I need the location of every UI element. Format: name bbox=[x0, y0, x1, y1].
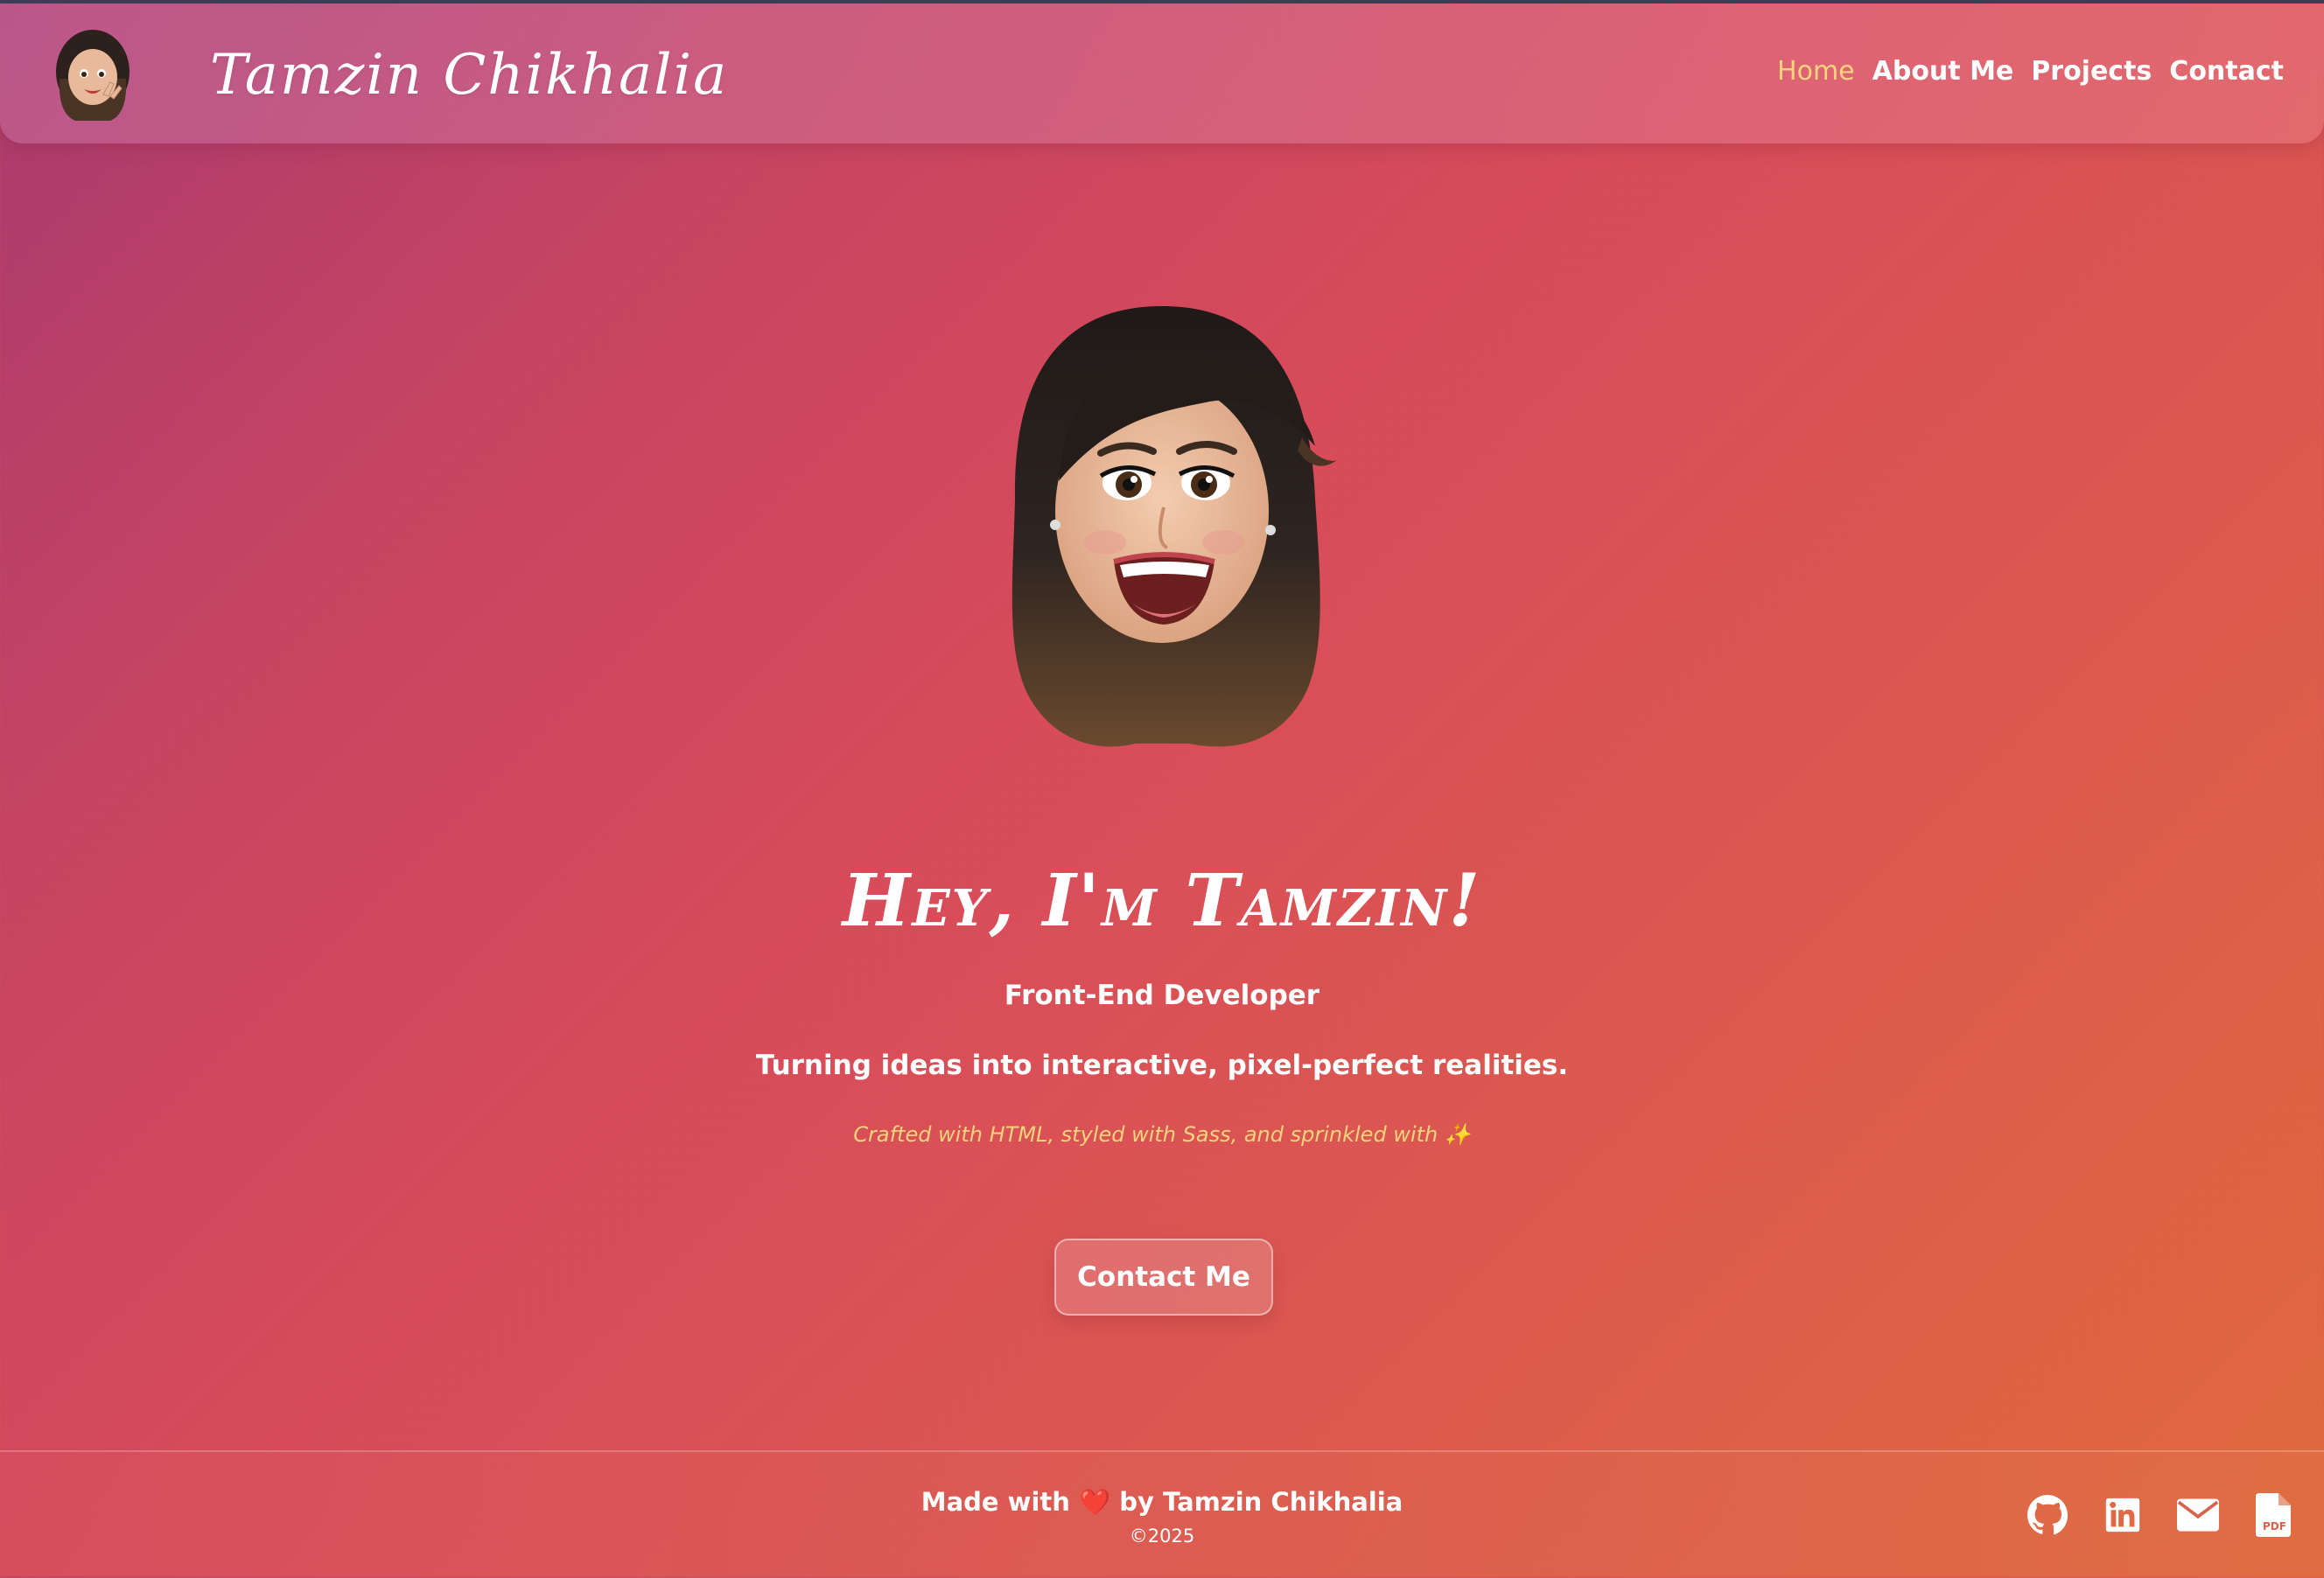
footer: Made with ❤️ by Tamzin Chikhalia ©2025 P… bbox=[0, 1450, 2324, 1578]
nav-link-home[interactable]: Home bbox=[1777, 56, 1855, 87]
contact-me-button[interactable]: Contact Me bbox=[1054, 1239, 1273, 1316]
mail-icon[interactable] bbox=[2177, 1492, 2219, 1538]
hero-crafted-note: Crafted with HTML, styled with Sass, and… bbox=[853, 1122, 1471, 1147]
svg-text:PDF: PDF bbox=[2263, 1520, 2286, 1533]
hero bbox=[0, 289, 2324, 779]
pdf-icon[interactable]: PDF bbox=[2252, 1492, 2294, 1538]
github-icon[interactable] bbox=[2026, 1492, 2068, 1538]
nav-links: Home About Me Projects Contact bbox=[1777, 56, 2284, 87]
nav-link-projects[interactable]: Projects bbox=[2031, 56, 2152, 87]
navbar: Tamzin Chikhalia Home About Me Projects … bbox=[0, 3, 2324, 143]
footer-credit: Made with ❤️ by Tamzin Chikhalia bbox=[0, 1487, 2324, 1518]
social-links: PDF bbox=[2026, 1492, 2294, 1538]
footer-copyright: ©2025 bbox=[1129, 1526, 1195, 1547]
footer-made-suffix: by Tamzin Chikhalia bbox=[1119, 1487, 1404, 1517]
hero-tagline: Turning ideas into interactive, pixel-pe… bbox=[755, 1050, 1569, 1081]
hero-role: Front-End Developer bbox=[1004, 980, 1320, 1011]
linkedin-icon[interactable] bbox=[2102, 1492, 2144, 1538]
heart-icon: ❤️ bbox=[1079, 1487, 1111, 1517]
footer-made-prefix: Made with bbox=[920, 1487, 1070, 1517]
brand[interactable]: Tamzin Chikhalia bbox=[49, 23, 728, 128]
brand-name: Tamzin Chikhalia bbox=[210, 43, 729, 108]
hero-title: Hey, I'm Tamzin! bbox=[842, 859, 1482, 943]
nav-link-about[interactable]: About Me bbox=[1872, 56, 2014, 87]
nav-link-contact[interactable]: Contact bbox=[2169, 56, 2284, 87]
hero-avatar-icon bbox=[961, 289, 1363, 779]
brand-avatar-icon bbox=[49, 26, 136, 124]
